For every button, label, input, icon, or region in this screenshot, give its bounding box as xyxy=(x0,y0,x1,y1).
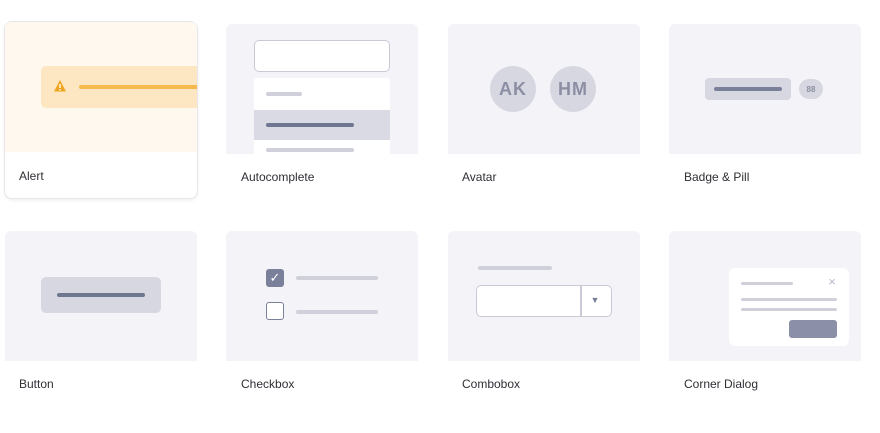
button-preview xyxy=(5,231,197,361)
pill xyxy=(705,78,791,100)
checkbox-label-placeholder xyxy=(296,310,378,314)
card-avatar[interactable]: AK HM Avatar xyxy=(448,24,640,184)
card-label: Avatar xyxy=(462,170,497,184)
card-autocomplete[interactable]: Autocomplete xyxy=(226,24,418,184)
warning-icon xyxy=(54,80,66,92)
card-label: Badge & Pill xyxy=(684,170,750,184)
list-item xyxy=(266,92,302,96)
checkbox-unchecked xyxy=(266,302,284,320)
close-icon: × xyxy=(828,273,836,289)
card-label: Autocomplete xyxy=(241,170,315,184)
card-corner-dialog[interactable]: × Corner Dialog xyxy=(669,231,861,391)
list-item-highlighted xyxy=(254,110,390,140)
dialog-text-placeholder xyxy=(741,298,837,301)
list-item-text xyxy=(266,123,354,127)
card-combobox[interactable]: ▼ Combobox xyxy=(448,231,640,391)
checkbox-preview: ✓ xyxy=(226,231,418,361)
button-text-placeholder xyxy=(57,293,145,297)
caret-down-icon: ▼ xyxy=(590,295,600,305)
card-label: Checkbox xyxy=(241,377,295,391)
card-label: Alert xyxy=(19,169,44,183)
combobox-field: ▼ xyxy=(476,285,612,317)
dialog-box: × xyxy=(729,268,849,346)
dialog-text-placeholder xyxy=(741,308,837,311)
badge: 88 xyxy=(799,79,823,99)
card-button[interactable]: Button xyxy=(5,231,197,391)
card-alert[interactable]: Alert xyxy=(5,22,197,198)
alert-bar xyxy=(41,66,197,108)
combobox-divider xyxy=(580,286,582,316)
autocomplete-preview xyxy=(226,24,418,154)
checkbox-checked: ✓ xyxy=(266,269,284,287)
combobox-label-placeholder xyxy=(478,266,552,270)
component-gallery: Alert Autocomplete AK HM Avatar 88 Badge… xyxy=(0,0,880,433)
card-label: Corner Dialog xyxy=(684,377,759,391)
checkbox-label-placeholder xyxy=(296,276,378,280)
dialog-title-placeholder xyxy=(741,282,793,285)
badge-preview: 88 xyxy=(669,24,861,154)
pill-text-placeholder xyxy=(714,87,782,91)
card-label: Combobox xyxy=(462,377,521,391)
corner-dialog-preview: × xyxy=(669,231,861,361)
dialog-button xyxy=(789,320,837,338)
list-item xyxy=(266,148,354,152)
card-label: Button xyxy=(19,377,54,391)
autocomplete-input xyxy=(254,40,390,72)
avatar-preview: AK HM xyxy=(448,24,640,154)
alert-preview xyxy=(5,22,197,152)
avatar: HM xyxy=(550,66,596,112)
button-shape xyxy=(41,277,161,313)
card-badge-pill[interactable]: 88 Badge & Pill xyxy=(669,24,861,184)
card-checkbox[interactable]: ✓ Checkbox xyxy=(226,231,418,391)
alert-text-placeholder xyxy=(79,85,197,89)
avatar: AK xyxy=(490,66,536,112)
autocomplete-list xyxy=(254,78,390,154)
combobox-preview: ▼ xyxy=(448,231,640,361)
